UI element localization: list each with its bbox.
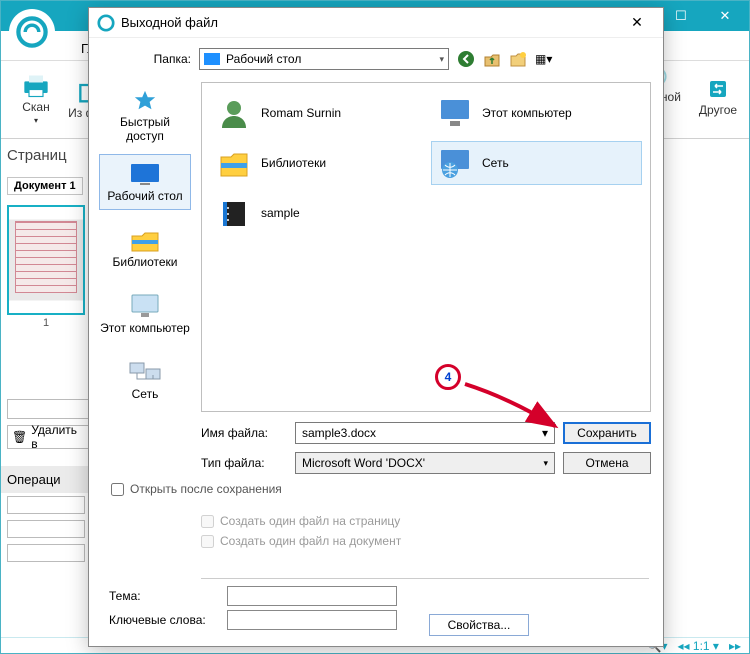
trash-icon: 🗑 xyxy=(12,430,27,444)
item-sample-folder[interactable]: sample xyxy=(210,191,421,235)
network-globe-icon xyxy=(438,146,472,180)
file-list-pane[interactable]: Romam Surnin Этот компьютер Библиотеки С… xyxy=(201,82,651,412)
folder-label: Папка: xyxy=(101,52,191,66)
save-dialog: Выходной файл ✕ Папка: Рабочий стол ▾ ▦▾… xyxy=(88,7,664,647)
place-quick-access[interactable]: Быстрый доступ xyxy=(99,88,191,144)
network-icon xyxy=(128,359,162,385)
page-range-input[interactable] xyxy=(7,399,89,419)
chevron-down-icon: ▾ xyxy=(439,54,444,65)
view-menu-icon[interactable]: ▦▾ xyxy=(535,52,552,66)
topic-label: Тема: xyxy=(109,589,219,603)
folder-dark-icon xyxy=(217,196,251,230)
item-user-folder[interactable]: Romam Surnin xyxy=(210,91,421,135)
app-logo-icon xyxy=(9,9,55,55)
scan-button[interactable]: Скан ▾ xyxy=(11,68,61,132)
status-zoom[interactable]: ◂◂ 1:1 ▾ xyxy=(678,639,719,653)
annotation-arrow-icon xyxy=(459,378,569,438)
save-form: Имя файла: sample3.docx▾ Сохранить Тип ф… xyxy=(201,422,651,548)
open-after-checkbox[interactable]: Открыть после сохранения xyxy=(111,482,651,496)
properties-button[interactable]: Свойства... xyxy=(429,614,529,636)
operations-list xyxy=(7,496,85,562)
up-icon[interactable] xyxy=(483,50,501,68)
pages-header: Страниц xyxy=(7,147,67,164)
filename-label: Имя файла: xyxy=(201,426,287,440)
place-libraries[interactable]: Библиотеки xyxy=(99,220,191,276)
dialog-title: Выходной файл xyxy=(121,15,619,30)
app-close-button[interactable]: ✕ xyxy=(703,2,747,30)
annotation-step-marker: 4 xyxy=(435,364,461,390)
filetype-label: Тип файла: xyxy=(201,456,287,470)
place-this-pc[interactable]: Этот компьютер xyxy=(99,286,191,342)
maximize-button[interactable]: ☐ xyxy=(659,2,703,30)
save-button[interactable]: Сохранить xyxy=(563,422,651,444)
one-file-per-doc-checkbox: Создать один файл на документ xyxy=(201,534,651,548)
user-icon xyxy=(217,96,251,130)
monitor-icon xyxy=(128,293,162,319)
place-desktop[interactable]: Рабочий стол xyxy=(99,154,191,210)
dialog-close-button[interactable]: ✕ xyxy=(619,9,655,37)
libraries-icon xyxy=(128,227,162,253)
place-network[interactable]: Сеть xyxy=(99,352,191,408)
page-thumbnail[interactable] xyxy=(7,205,85,315)
page-actions: 🗑Удалить в xyxy=(7,399,89,449)
swap-icon xyxy=(704,77,732,101)
back-icon[interactable] xyxy=(457,50,475,68)
keywords-label: Ключевые слова: xyxy=(109,613,219,627)
topic-input[interactable] xyxy=(227,586,397,606)
chevron-down-icon: ▾ xyxy=(34,116,38,125)
filetype-combo[interactable]: Microsoft Word 'DOCX'▾ xyxy=(295,452,555,474)
app-icon xyxy=(97,14,115,32)
metadata-section: Тема: Ключевые слова: Свойства... xyxy=(109,586,651,634)
operations-header: Операци xyxy=(1,466,89,493)
op-row[interactable] xyxy=(7,496,85,514)
item-this-pc[interactable]: Этот компьютер xyxy=(431,91,642,135)
monitor-icon xyxy=(438,96,472,130)
keywords-input[interactable] xyxy=(227,610,397,630)
document-tab[interactable]: Документ 1 xyxy=(7,177,83,195)
desktop-icon xyxy=(204,53,220,65)
other-button[interactable]: Другое xyxy=(693,65,743,129)
status-next[interactable]: ▸▸ xyxy=(729,639,741,653)
delete-button[interactable]: 🗑Удалить в xyxy=(7,425,89,449)
chevron-down-icon: ▾ xyxy=(543,458,548,469)
places-bar: Быстрый доступ Рабочий стол Библиотеки Э… xyxy=(95,82,195,412)
item-network[interactable]: Сеть xyxy=(431,141,642,185)
printer-icon xyxy=(22,74,50,98)
op-row[interactable] xyxy=(7,520,85,538)
cancel-button[interactable]: Отмена xyxy=(563,452,651,474)
one-file-per-page-checkbox: Создать один файл на страницу xyxy=(201,514,651,528)
op-row[interactable] xyxy=(7,544,85,562)
desktop-icon xyxy=(128,161,162,187)
star-icon xyxy=(128,89,162,113)
libraries-icon xyxy=(217,146,251,180)
dialog-toolstrip: ▦▾ xyxy=(457,50,552,68)
item-libraries[interactable]: Библиотеки xyxy=(210,141,421,185)
new-folder-icon[interactable] xyxy=(509,50,527,68)
folder-combo[interactable]: Рабочий стол ▾ xyxy=(199,48,449,70)
dialog-titlebar: Выходной файл ✕ xyxy=(89,8,663,38)
